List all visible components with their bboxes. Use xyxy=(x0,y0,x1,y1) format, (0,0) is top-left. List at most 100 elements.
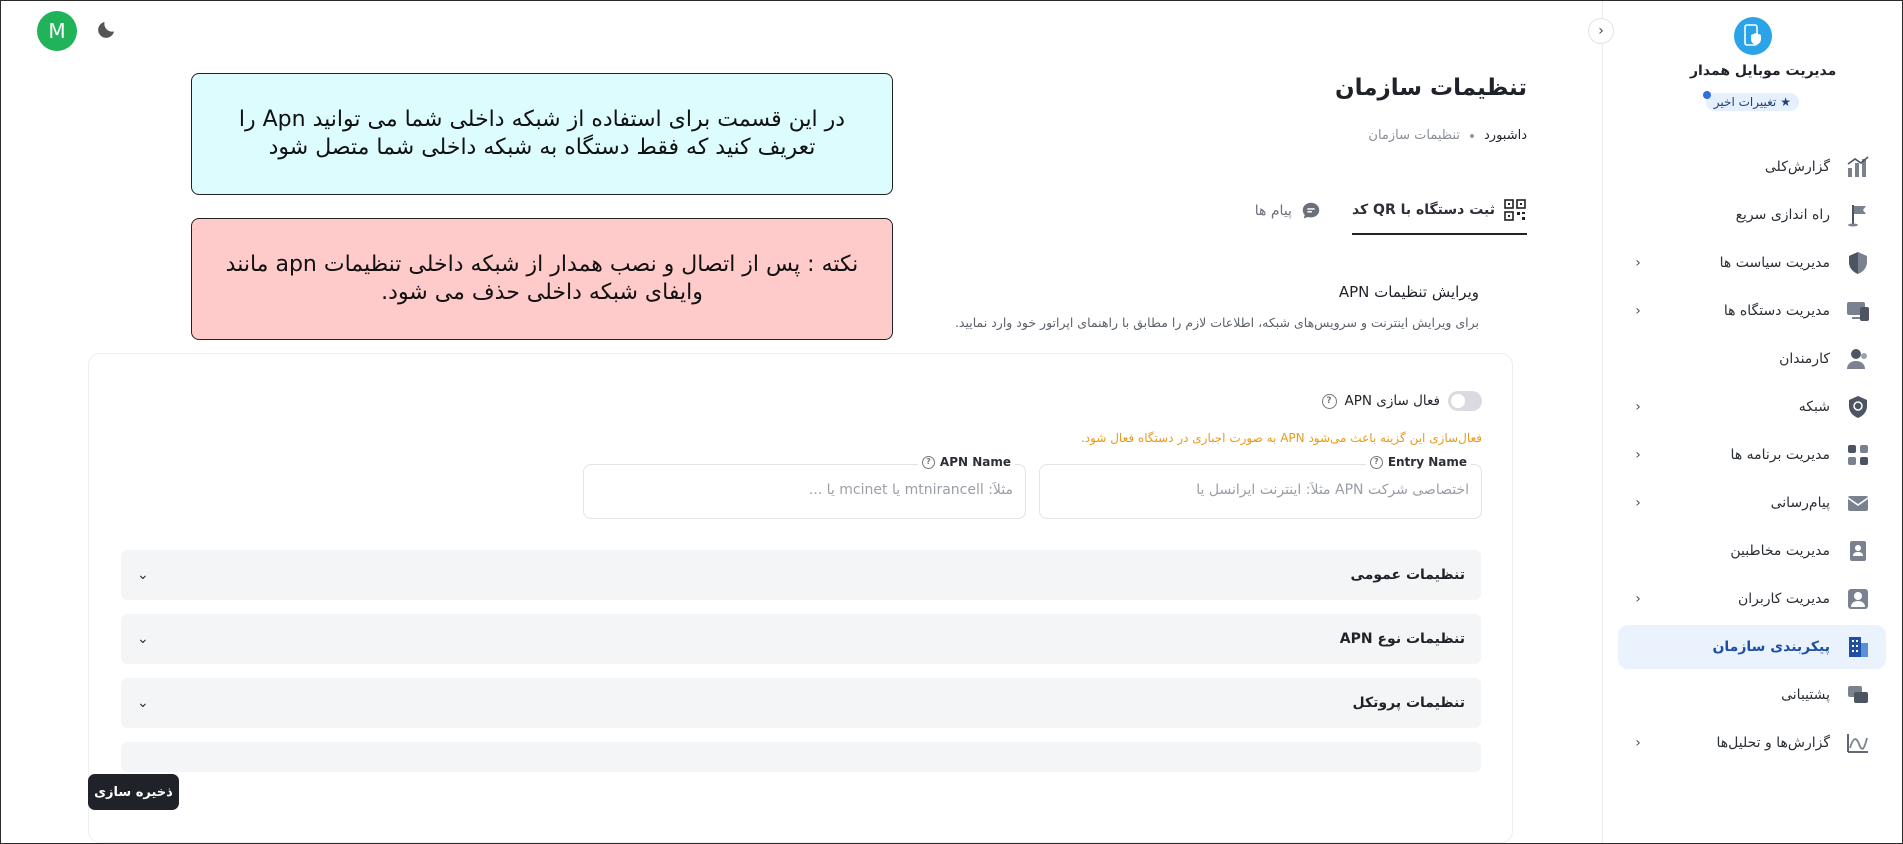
sidebar-item[interactable]: گزارش‌کلی xyxy=(1618,145,1886,189)
tab-messages[interactable]: پیام ها xyxy=(1255,189,1322,235)
chevron-right-icon: › xyxy=(1598,23,1604,39)
tab-bar: ثبت دستگاه با QR کد پیام ها xyxy=(1255,189,1527,235)
sidebar-item-label: مدیریت دستگاه ها xyxy=(1723,303,1830,319)
sidebar-item-label: مدیریت کاربران xyxy=(1737,591,1830,607)
accordion-apn-type-settings[interactable]: تنظیمات نوع APN ⌄ xyxy=(121,614,1481,664)
shield-icon xyxy=(1844,249,1872,277)
sidebar-item[interactable]: مدیریت برنامه ها ‹ xyxy=(1618,433,1886,477)
chevron-left-icon: ‹ xyxy=(1635,399,1641,415)
sidebar: › مدیریت موبایل همدار ★ تغییرات اخیر گزا… xyxy=(1588,1,1902,843)
chevron-down-icon: ⌄ xyxy=(137,695,149,711)
apn-settings-card: فعال سازی APN ? فعال‌سازی این گزینه باعث… xyxy=(88,353,1513,843)
entry-name-field: Entry Name ? xyxy=(1039,455,1482,519)
chart-icon xyxy=(1844,153,1872,181)
apps-icon xyxy=(1844,441,1872,469)
breadcrumb-current: تنظیمات سازمان xyxy=(1368,128,1460,143)
recent-changes-badge[interactable]: ★ تغییرات اخیر xyxy=(1702,91,1799,111)
sidebar-item[interactable]: مدیریت دستگاه ها ‹ xyxy=(1618,289,1886,333)
sidebar-item-label: پیکربندی سازمان xyxy=(1712,639,1830,655)
sidebar-item[interactable]: مدیریت کاربران ‹ xyxy=(1618,577,1886,621)
star-icon: ★ xyxy=(1780,95,1791,109)
apn-section-description: برای ویرایش اینترنت و سرویس‌های شبکه، اط… xyxy=(954,315,1479,330)
brand-logo xyxy=(1734,17,1772,55)
devices-icon xyxy=(1844,297,1872,325)
tab-label: ثبت دستگاه با QR کد xyxy=(1351,202,1495,218)
chevron-left-icon: ‹ xyxy=(1635,591,1641,607)
avatar-initial: M xyxy=(48,19,66,43)
page-title: تنظیمات سازمان xyxy=(1335,75,1527,101)
sidebar-item-label: پیام‌رسانی xyxy=(1770,495,1830,511)
network-shield-icon xyxy=(1844,393,1872,421)
entry-name-label: Entry Name ? xyxy=(1365,455,1471,469)
sidebar-item-label: مدیریت سیاست ها xyxy=(1719,255,1830,271)
sidebar-item-label: مدیریت برنامه ها xyxy=(1730,447,1830,463)
breadcrumb-separator xyxy=(1470,133,1474,138)
sidebar-item-label: راه اندازی سریع xyxy=(1735,207,1830,223)
user-card-icon xyxy=(1844,585,1872,613)
notification-dot xyxy=(1702,91,1711,99)
chevron-down-icon: ⌄ xyxy=(137,631,149,647)
tab-qr-registration[interactable]: ثبت دستگاه با QR کد xyxy=(1351,189,1527,235)
accordion-label: تنظیمات نوع APN xyxy=(1339,631,1465,647)
chevron-left-icon: ‹ xyxy=(1635,447,1641,463)
sidebar-item-label: مدیریت مخاطبین xyxy=(1730,543,1830,559)
support-icon xyxy=(1844,681,1872,709)
sidebar-item[interactable]: راه اندازی سریع xyxy=(1618,193,1886,237)
help-icon[interactable]: ? xyxy=(921,455,935,469)
chevron-left-icon: ‹ xyxy=(1635,495,1641,511)
apn-warning-text: فعال‌سازی این گزینه باعث می‌شود APN به ص… xyxy=(1080,431,1482,445)
moon-icon[interactable] xyxy=(95,17,119,41)
breadcrumb: داشبورد تنظیمات سازمان xyxy=(1368,128,1527,143)
sidebar-item-label: کارمندان xyxy=(1779,351,1830,367)
building-icon xyxy=(1844,633,1872,661)
help-icon[interactable]: ? xyxy=(1369,455,1383,469)
chevron-left-icon: ‹ xyxy=(1635,303,1641,319)
sidebar-item[interactable]: پشتیبانی xyxy=(1618,673,1886,717)
apn-name-input[interactable] xyxy=(598,482,1013,498)
warning-note: نکته : پس از اتصال و نصب همدار از شبکه د… xyxy=(191,218,893,340)
sidebar-item-label: گزارش‌کلی xyxy=(1764,159,1830,175)
sidebar-item[interactable]: پیکربندی سازمان xyxy=(1618,625,1886,669)
brand-name: مدیریت موبایل همدار xyxy=(1690,63,1837,79)
sidebar-item-label: گزارش‌ها و تحلیل‌ها xyxy=(1716,735,1830,751)
sidebar-item[interactable]: شبکه ‹ xyxy=(1618,385,1886,429)
save-button[interactable]: ذخیره سازی xyxy=(88,774,179,810)
sidebar-collapse-button[interactable]: › xyxy=(1588,18,1614,44)
apn-name-label: APN Name ? xyxy=(917,455,1015,469)
apn-toggle[interactable] xyxy=(1448,391,1482,411)
info-note: در این قسمت برای استفاده از شبکه داخلی ش… xyxy=(191,73,893,195)
apn-toggle-label: فعال سازی APN xyxy=(1344,393,1440,409)
accordion-partial[interactable] xyxy=(121,742,1481,772)
accordion-label: تنظیمات عمومی xyxy=(1350,567,1465,583)
contacts-icon xyxy=(1844,537,1872,565)
toggle-knob xyxy=(1451,394,1465,408)
help-icon[interactable]: ? xyxy=(1321,393,1337,409)
accordion-label: تنظیمات پروتکل xyxy=(1352,695,1465,711)
tab-label: پیام ها xyxy=(1254,203,1292,219)
user-avatar[interactable]: M xyxy=(37,11,77,51)
sidebar-item[interactable]: مدیریت مخاطبین xyxy=(1618,529,1886,573)
chevron-down-icon: ⌄ xyxy=(137,567,149,583)
chevron-left-icon: ‹ xyxy=(1635,735,1641,751)
chat-icon xyxy=(1302,202,1320,219)
flag-icon xyxy=(1844,201,1872,229)
breadcrumb-home[interactable]: داشبورد xyxy=(1484,128,1527,143)
entry-name-input[interactable] xyxy=(1054,482,1469,498)
apn-name-field: APN Name ? xyxy=(583,455,1026,519)
apn-section-title: ویرایش تنظیمات APN xyxy=(1338,283,1479,301)
sidebar-item-label: شبکه xyxy=(1798,399,1830,415)
phone-shield-icon xyxy=(1744,24,1761,46)
chevron-left-icon: ‹ xyxy=(1635,255,1641,271)
sidebar-item[interactable]: پیام‌رسانی ‹ xyxy=(1618,481,1886,525)
analytics-icon xyxy=(1844,729,1872,757)
sidebar-item-label: پشتیبانی xyxy=(1781,687,1830,703)
mail-icon xyxy=(1844,489,1872,517)
accordion-general-settings[interactable]: تنظیمات عمومی ⌄ xyxy=(121,550,1481,600)
apn-toggle-row: فعال سازی APN ? xyxy=(1321,391,1482,411)
sidebar-item[interactable]: گزارش‌ها و تحلیل‌ها ‹ xyxy=(1618,721,1886,765)
sidebar-item[interactable]: مدیریت سیاست ها ‹ xyxy=(1618,241,1886,285)
sidebar-item[interactable]: کارمندان xyxy=(1618,337,1886,381)
qr-code-icon xyxy=(1504,199,1526,221)
users-icon xyxy=(1844,345,1872,373)
accordion-protocol-settings[interactable]: تنظیمات پروتکل ⌄ xyxy=(121,678,1481,728)
